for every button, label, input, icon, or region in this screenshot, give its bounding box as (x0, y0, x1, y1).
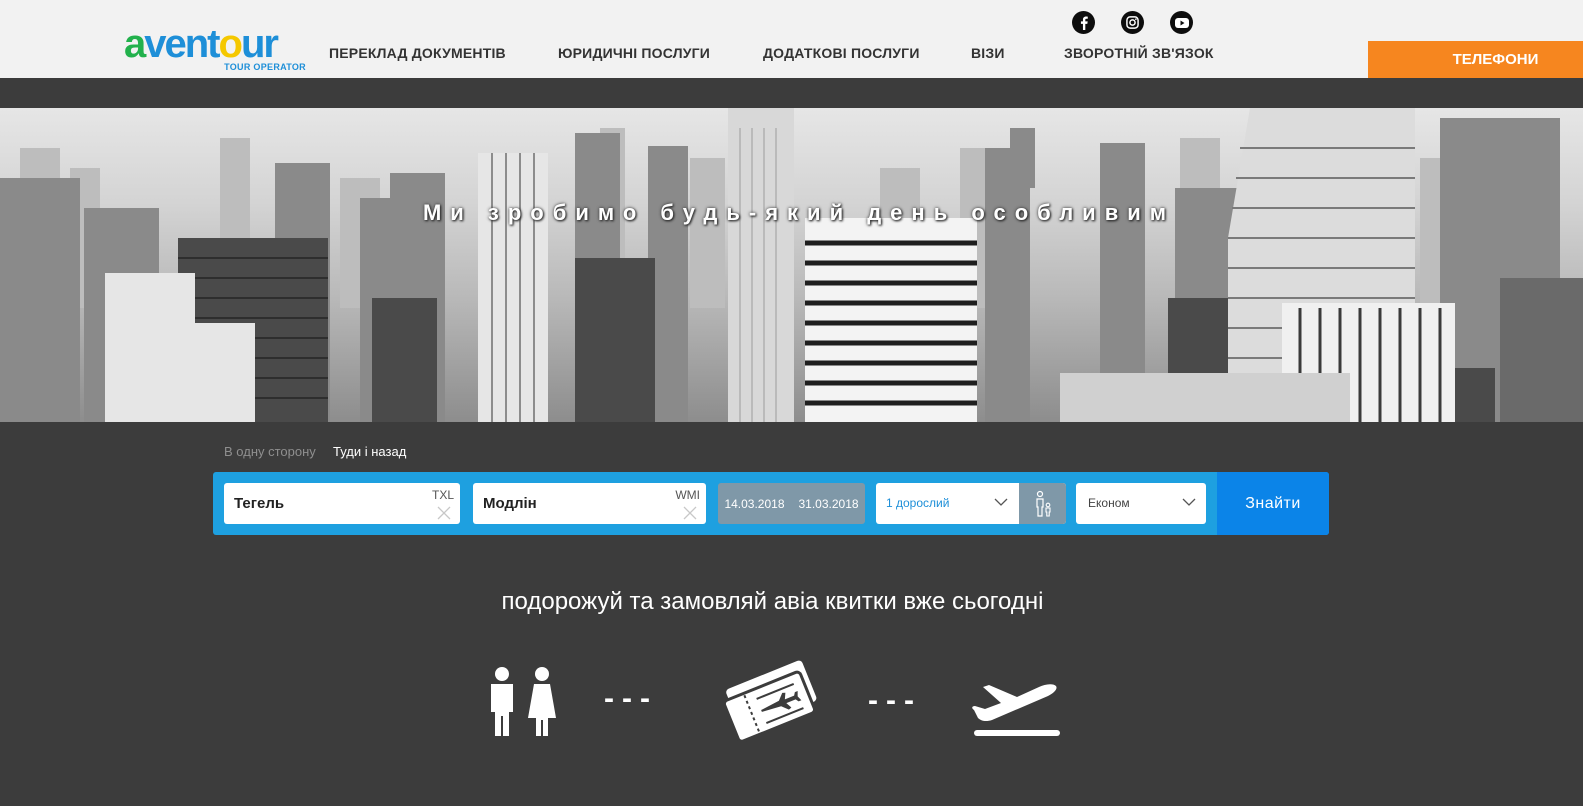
passengers-select[interactable]: 1 дорослий (876, 483, 1066, 524)
nav-additional-services[interactable]: ДОДАТКОВІ ПОСЛУГИ (763, 45, 920, 61)
passengers-value: 1 дорослий (886, 496, 950, 510)
hero-banner: Ми зробимо будь-який день особливим (0, 108, 1583, 422)
step-separator: --- (604, 682, 658, 715)
flight-search-bar: Тегель TXL Модлін WMI 14.03.2018 31.03.2… (213, 472, 1329, 535)
step-separator: --- (868, 684, 922, 717)
nav-feedback[interactable]: ЗВОРОТНІЙ ЗВ'ЯЗОК (1064, 45, 1214, 61)
origin-city: Тегель (234, 495, 285, 512)
nav-visas[interactable]: ВІЗИ (971, 45, 1005, 61)
chevron-down-icon (994, 498, 1008, 506)
return-date: 31.03.2018 (798, 496, 859, 511)
nav-legal-services[interactable]: ЮРИДИЧНІ ПОСЛУГИ (558, 45, 710, 61)
clear-origin-icon[interactable] (436, 505, 452, 521)
instagram-icon[interactable] (1121, 11, 1144, 34)
family-icon (1019, 483, 1066, 524)
origin-field[interactable]: Тегель TXL (224, 483, 460, 524)
origin-code: TXL (431, 488, 454, 502)
tagline: подорожуй та замовляй авіа квитки вже сь… (501, 588, 1044, 615)
trip-type-round-trip[interactable]: Туди і назад (333, 444, 406, 459)
chevron-down-icon (1182, 498, 1196, 506)
hero-headline: Ми зробимо будь-який день особливим (422, 200, 1176, 225)
tickets-icon (722, 660, 817, 743)
clear-destination-icon[interactable] (682, 505, 698, 521)
destination-city: Модлін (483, 495, 537, 512)
logo-wordmark: aventour (124, 22, 279, 66)
search-button[interactable]: Знайти (1217, 472, 1329, 535)
departure-plane-icon (972, 684, 1060, 736)
cabin-class-select[interactable]: Економ (1076, 483, 1206, 524)
site-header: aventour TOUR OPERATOR ПЕРЕКЛАД ДОКУМЕНТ… (0, 0, 1583, 78)
logo-subtitle: TOUR OPERATOR (224, 62, 306, 72)
trip-type-one-way[interactable]: В одну сторону (224, 444, 316, 459)
youtube-icon[interactable] (1170, 11, 1193, 34)
date-range-picker[interactable]: 14.03.2018 31.03.2018 (718, 483, 865, 524)
depart-date: 14.03.2018 (724, 496, 785, 511)
city-skyline-image (0, 108, 1583, 422)
facebook-icon[interactable] (1072, 11, 1095, 34)
nav-document-translation[interactable]: ПЕРЕКЛАД ДОКУМЕНТІВ (329, 45, 506, 61)
aventour-logo[interactable]: aventour TOUR OPERATOR (124, 24, 310, 74)
destination-field[interactable]: Модлін WMI (473, 483, 706, 524)
phones-button[interactable]: ТЕЛЕФОНИ (1368, 41, 1583, 78)
cabin-class-value: Економ (1088, 496, 1130, 510)
destination-code: WMI (675, 488, 700, 502)
passengers-icon (491, 667, 556, 736)
